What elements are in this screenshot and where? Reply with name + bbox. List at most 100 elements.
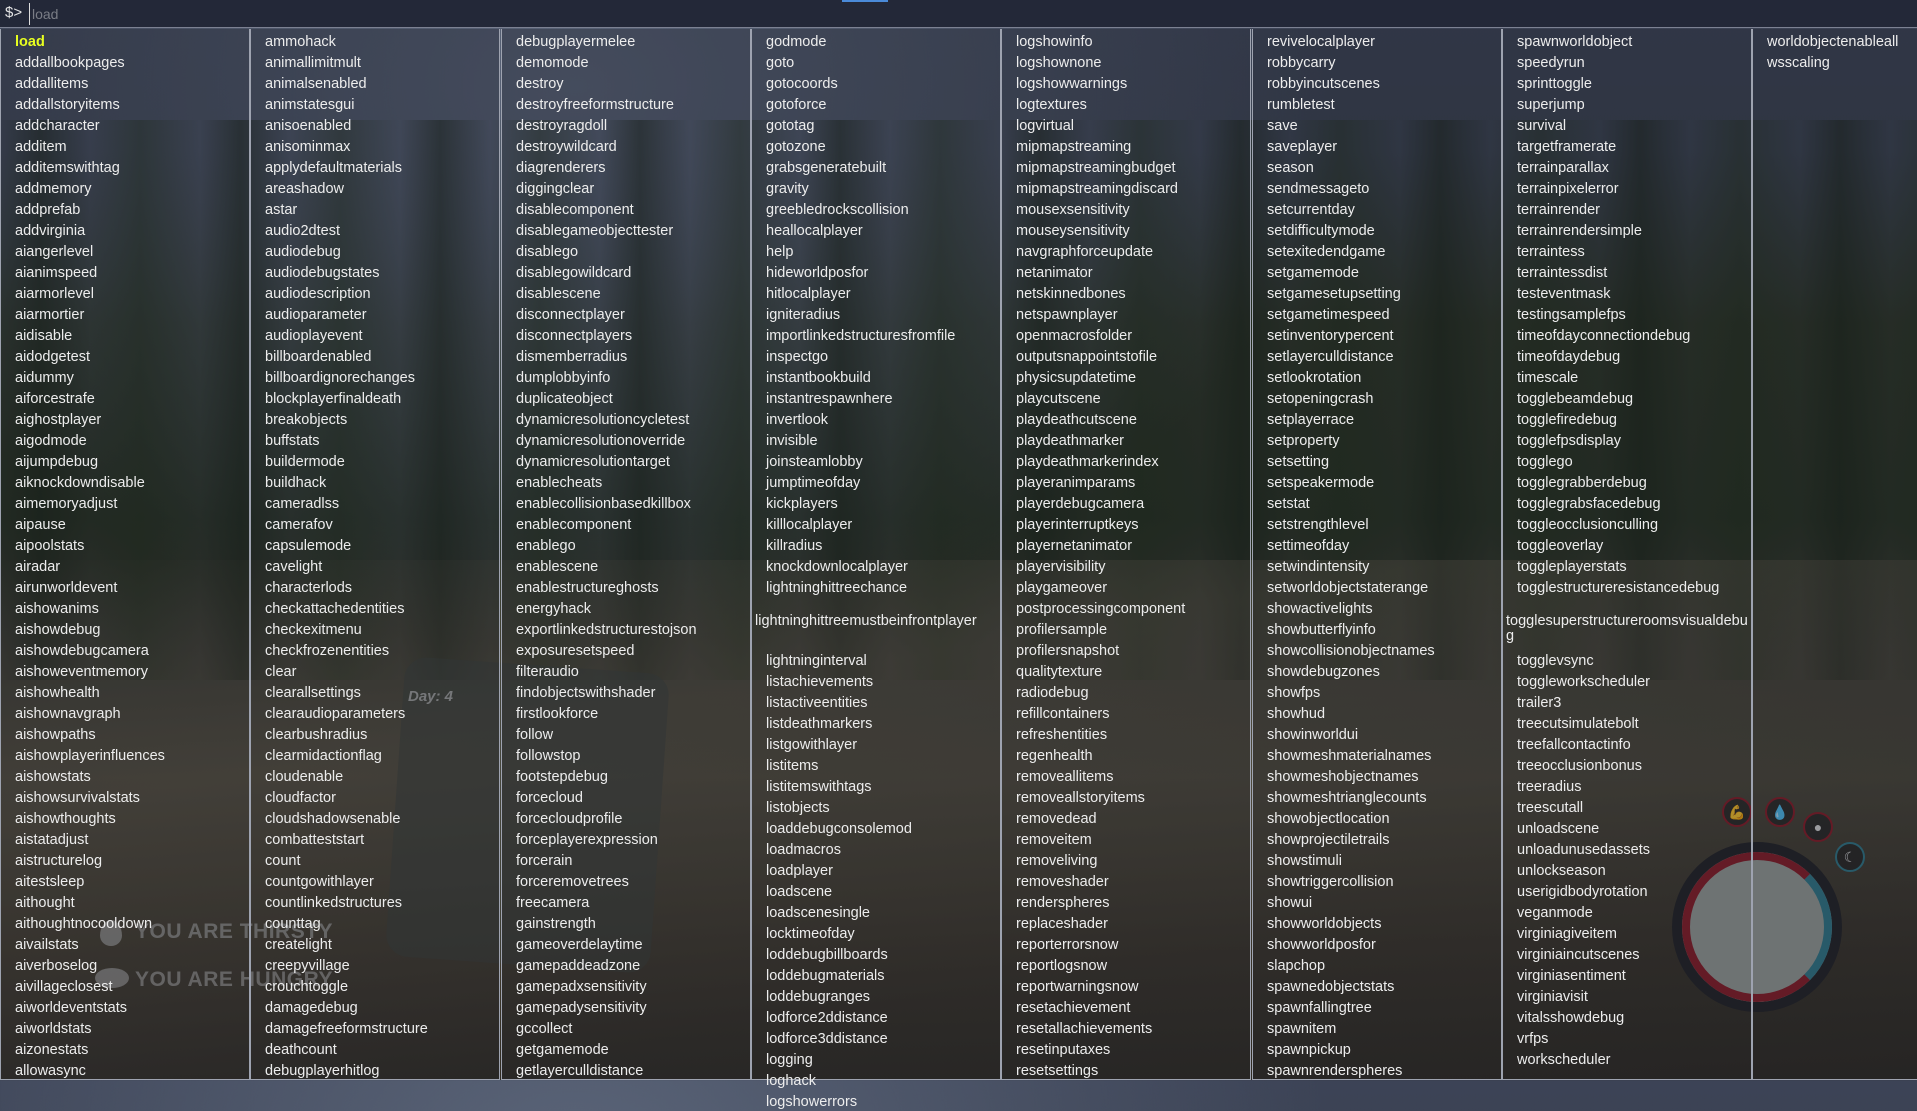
- command-suggestion[interactable]: aishowplayerinfluences: [15, 747, 165, 765]
- command-suggestion[interactable]: duplicateobject: [516, 390, 613, 408]
- command-suggestion[interactable]: disablescene: [516, 285, 601, 303]
- command-suggestion[interactable]: showworldobjects: [1267, 915, 1381, 933]
- command-suggestion[interactable]: showfps: [1267, 684, 1320, 702]
- command-suggestion[interactable]: resetsettings: [1016, 1062, 1098, 1080]
- command-suggestion[interactable]: diagrenderers: [516, 159, 605, 177]
- command-suggestion[interactable]: lodforce3ddistance: [766, 1030, 888, 1048]
- command-suggestion[interactable]: setlayerculldistance: [1267, 348, 1394, 366]
- command-suggestion[interactable]: createlight: [265, 936, 332, 954]
- command-suggestion[interactable]: applydefaultmaterials: [265, 159, 402, 177]
- command-suggestion[interactable]: aiworldstats: [15, 1020, 92, 1038]
- command-suggestion[interactable]: spawnpickup: [1267, 1041, 1351, 1059]
- command-suggestion[interactable]: forceplayerexpression: [516, 831, 658, 849]
- command-suggestion[interactable]: resetinputaxes: [1016, 1041, 1110, 1059]
- command-suggestion[interactable]: cloudshadowsenable: [265, 810, 400, 828]
- command-suggestion[interactable]: disablecomponent: [516, 201, 634, 219]
- command-suggestion[interactable]: count: [265, 852, 300, 870]
- command-suggestion[interactable]: showinworldui: [1267, 726, 1358, 744]
- command-suggestion[interactable]: mipmapstreamingdiscard: [1016, 180, 1178, 198]
- command-suggestion[interactable]: settimeofday: [1267, 537, 1349, 555]
- command-suggestion[interactable]: dynamicresolutionoverride: [516, 432, 685, 450]
- command-suggestion[interactable]: sprinttoggle: [1517, 75, 1592, 93]
- command-suggestion[interactable]: aishownavgraph: [15, 705, 121, 723]
- command-suggestion[interactable]: aithoughtnocooldown: [15, 915, 152, 933]
- command-suggestion[interactable]: loadscene: [766, 883, 832, 901]
- command-suggestion[interactable]: virginiasentiment: [1517, 967, 1626, 985]
- command-suggestion[interactable]: killlocalplayer: [766, 516, 852, 534]
- command-suggestion[interactable]: loadplayer: [766, 862, 833, 880]
- command-suggestion[interactable]: loadscenesingle: [766, 904, 870, 922]
- command-suggestion[interactable]: setwindintensity: [1267, 558, 1369, 576]
- command-suggestion[interactable]: regenhealth: [1016, 747, 1093, 765]
- command-suggestion[interactable]: forcecloudprofile: [516, 810, 622, 828]
- command-suggestion[interactable]: cameradlss: [265, 495, 339, 513]
- command-suggestion[interactable]: logtextures: [1016, 96, 1087, 114]
- command-suggestion[interactable]: inspectgo: [766, 348, 828, 366]
- command-suggestion[interactable]: gamepaddeadzone: [516, 957, 640, 975]
- command-suggestion[interactable]: togglegrabsfacedebug: [1517, 495, 1661, 513]
- command-suggestion[interactable]: virginiagiveitem: [1517, 925, 1617, 943]
- command-suggestion[interactable]: netspawnplayer: [1016, 306, 1118, 324]
- command-suggestion[interactable]: terrainpixelerror: [1517, 180, 1619, 198]
- command-suggestion[interactable]: setlookrotation: [1267, 369, 1361, 387]
- command-suggestion[interactable]: hitlocalplayer: [766, 285, 851, 303]
- command-suggestion[interactable]: showdebugzones: [1267, 663, 1380, 681]
- command-suggestion[interactable]: reporterrorsnow: [1016, 936, 1118, 954]
- command-suggestion[interactable]: setexitedendgame: [1267, 243, 1386, 261]
- command-suggestion[interactable]: netanimator: [1016, 264, 1093, 282]
- command-suggestion[interactable]: aighostplayer: [15, 411, 101, 429]
- command-suggestion[interactable]: exposuresetspeed: [516, 642, 635, 660]
- command-suggestion[interactable]: aimemoryadjust: [15, 495, 117, 513]
- command-suggestion[interactable]: testingsamplefps: [1517, 306, 1626, 324]
- command-suggestion[interactable]: checkattachedentities: [265, 600, 404, 618]
- command-suggestion[interactable]: aidodgetest: [15, 348, 90, 366]
- command-suggestion[interactable]: vitalsshowdebug: [1517, 1009, 1624, 1027]
- command-suggestion[interactable]: spawnfallingtree: [1267, 999, 1372, 1017]
- command-suggestion[interactable]: loghack: [766, 1072, 816, 1090]
- console-command-input[interactable]: [29, 3, 1894, 25]
- command-suggestion[interactable]: mipmapstreaming: [1016, 138, 1131, 156]
- command-suggestion[interactable]: aidisable: [15, 327, 72, 345]
- command-suggestion[interactable]: destroy: [516, 75, 564, 93]
- command-suggestion[interactable]: logshowwarnings: [1016, 75, 1127, 93]
- command-suggestion[interactable]: dynamicresolutiontarget: [516, 453, 670, 471]
- command-suggestion[interactable]: gccollect: [516, 1020, 572, 1038]
- command-suggestion[interactable]: showprojectiletrails: [1267, 831, 1390, 849]
- command-suggestion[interactable]: clearaudioparameters: [265, 705, 405, 723]
- command-suggestion[interactable]: additem: [15, 138, 67, 156]
- command-suggestion[interactable]: audiodebugstates: [265, 264, 380, 282]
- command-suggestion[interactable]: addmemory: [15, 180, 92, 198]
- command-suggestion[interactable]: season: [1267, 159, 1314, 177]
- command-suggestion[interactable]: spawnedobjectstats: [1267, 978, 1394, 996]
- command-suggestion[interactable]: counttag: [265, 915, 321, 933]
- command-suggestion[interactable]: gameoverdelaytime: [516, 936, 643, 954]
- command-suggestion[interactable]: clearbushradius: [265, 726, 367, 744]
- command-suggestion[interactable]: aishowdebug: [15, 621, 100, 639]
- command-suggestion[interactable]: aishowsurvivalstats: [15, 789, 140, 807]
- command-suggestion[interactable]: showtriggercollision: [1267, 873, 1394, 891]
- command-suggestion[interactable]: addallstoryitems: [15, 96, 120, 114]
- command-suggestion[interactable]: testeventmask: [1517, 285, 1611, 303]
- command-suggestion[interactable]: hideworldposfor: [766, 264, 868, 282]
- command-suggestion[interactable]: aijumpdebug: [15, 453, 98, 471]
- command-suggestion[interactable]: renderspheres: [1016, 894, 1110, 912]
- command-suggestion[interactable]: aiforcestrafe: [15, 390, 95, 408]
- command-suggestion[interactable]: physicsupdatetime: [1016, 369, 1136, 387]
- command-suggestion[interactable]: astar: [265, 201, 297, 219]
- command-suggestion[interactable]: animalsenabled: [265, 75, 367, 93]
- command-suggestion[interactable]: instantrespawnhere: [766, 390, 893, 408]
- command-suggestion[interactable]: togglevsync: [1517, 652, 1594, 670]
- command-suggestion[interactable]: setsetting: [1267, 453, 1329, 471]
- command-suggestion[interactable]: buildermode: [265, 453, 345, 471]
- command-suggestion[interactable]: setinventorypercent: [1267, 327, 1394, 345]
- command-suggestion[interactable]: gravity: [766, 180, 809, 198]
- command-suggestion[interactable]: refillcontainers: [1016, 705, 1110, 723]
- command-suggestion[interactable]: playdeathmarker: [1016, 432, 1124, 450]
- command-suggestion[interactable]: animstatesgui: [265, 96, 354, 114]
- command-suggestion[interactable]: destroyfreeformstructure: [516, 96, 674, 114]
- command-suggestion[interactable]: deathcount: [265, 1041, 337, 1059]
- command-suggestion[interactable]: resetachievement: [1016, 999, 1130, 1017]
- command-suggestion[interactable]: logshownone: [1016, 54, 1101, 72]
- command-suggestion[interactable]: load: [15, 33, 45, 51]
- command-suggestion[interactable]: netskinnedbones: [1016, 285, 1126, 303]
